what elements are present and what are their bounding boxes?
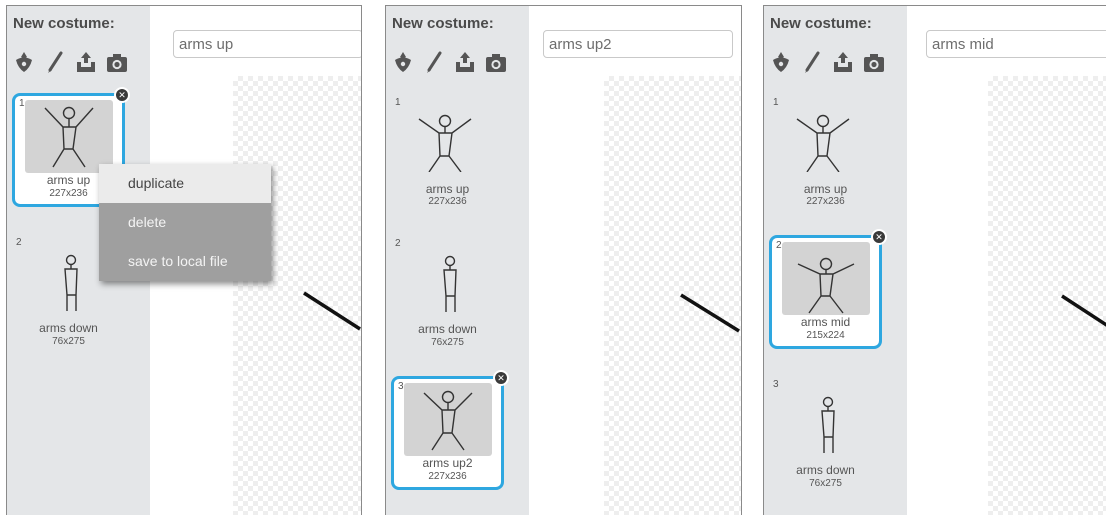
delete-costume-icon[interactable]: ✕ xyxy=(493,370,509,386)
costume-name: arms up xyxy=(425,182,470,196)
costume-index: 1 xyxy=(19,98,25,109)
costume-image-arms-up xyxy=(401,99,489,173)
camera-icon[interactable] xyxy=(485,50,507,74)
costume-image-arms-down xyxy=(401,240,489,313)
costume-index: 3 xyxy=(398,381,404,392)
new-costume-label: New costume: xyxy=(770,15,872,32)
new-costume-tools xyxy=(392,50,507,74)
costume-thumb-2[interactable]: 2 arms down 76x275 xyxy=(391,236,504,350)
costume-image-arms-down xyxy=(779,381,867,454)
upload-icon[interactable] xyxy=(75,50,97,74)
paint-new-costume-icon[interactable] xyxy=(392,50,414,74)
costume-size: 76x275 xyxy=(809,478,842,489)
costume-size: 76x275 xyxy=(431,337,464,348)
canvas-drawn-line xyxy=(303,291,361,331)
costume-name: arms down xyxy=(39,321,98,335)
costume-name: arms down xyxy=(418,322,477,336)
costume-list-sidebar: New costume: 1 arms up xyxy=(386,6,529,515)
menu-item-delete[interactable]: delete xyxy=(99,203,271,242)
new-costume-label: New costume: xyxy=(392,15,494,32)
costume-name: arms up2 xyxy=(422,456,473,470)
costume-thumb-3[interactable]: 3 arms up2 227x236 ✕ xyxy=(391,370,509,490)
menu-item-duplicate[interactable]: duplicate xyxy=(99,164,271,203)
costume-image-arms-mid xyxy=(782,242,870,315)
costume-editor-panel-3: New costume: 1 arms up 227x236 2 arms mi… xyxy=(763,5,1106,515)
new-costume-tools xyxy=(13,50,128,74)
costume-image-arms-up xyxy=(779,99,867,173)
new-costume-label: New costume: xyxy=(13,15,115,32)
new-costume-tools xyxy=(770,50,885,74)
delete-costume-icon[interactable]: ✕ xyxy=(114,87,130,103)
costume-thumb-1[interactable]: 1 arms up 227x236 xyxy=(391,95,504,209)
costume-size: 215x224 xyxy=(806,330,845,341)
costume-name-input[interactable] xyxy=(543,30,733,58)
delete-costume-icon[interactable]: ✕ xyxy=(871,229,887,245)
brush-icon[interactable] xyxy=(801,50,823,74)
costume-index: 2 xyxy=(16,237,22,248)
costume-image-arms-up2 xyxy=(404,383,492,456)
costume-context-menu: duplicate delete save to local file xyxy=(99,164,271,281)
costume-index: 1 xyxy=(773,97,779,108)
camera-icon[interactable] xyxy=(106,50,128,74)
costume-image-arms-down xyxy=(22,239,110,312)
menu-item-save-to-local-file[interactable]: save to local file xyxy=(99,242,271,281)
canvas-drawn-line xyxy=(1061,294,1106,327)
costume-name-input[interactable] xyxy=(926,30,1106,58)
costume-name: arms up xyxy=(803,182,848,196)
costume-editor-panel-2: New costume: 1 arms up 227x236 2 arms do… xyxy=(385,5,742,515)
canvas-drawn-line xyxy=(680,293,740,333)
costume-image-arms-up xyxy=(25,100,113,173)
costume-size: 76x275 xyxy=(52,336,85,347)
costume-list-sidebar: New costume: 1 arms up xyxy=(764,6,907,515)
brush-icon[interactable] xyxy=(44,50,66,74)
costume-size: 227x236 xyxy=(806,196,845,207)
costume-name: arms down xyxy=(796,463,855,477)
camera-icon[interactable] xyxy=(863,50,885,74)
costume-name: arms mid xyxy=(800,315,851,329)
costume-index: 2 xyxy=(776,240,782,251)
brush-icon[interactable] xyxy=(423,50,445,74)
costume-thumb-3[interactable]: 3 arms down 76x275 xyxy=(769,377,882,491)
costume-thumb-2[interactable]: 2 arms mid 215x224 ✕ xyxy=(769,229,887,349)
costume-size: 227x236 xyxy=(428,196,467,207)
costume-size: 227x236 xyxy=(428,471,467,482)
upload-icon[interactable] xyxy=(832,50,854,74)
costume-index: 3 xyxy=(773,379,779,390)
costume-index: 2 xyxy=(395,238,401,249)
costume-thumb-1[interactable]: 1 arms up 227x236 xyxy=(769,95,882,209)
costume-index: 1 xyxy=(395,97,401,108)
costume-name-input[interactable] xyxy=(173,30,361,58)
upload-icon[interactable] xyxy=(454,50,476,74)
paint-new-costume-icon[interactable] xyxy=(770,50,792,74)
paint-new-costume-icon[interactable] xyxy=(13,50,35,74)
costume-editor-panel-1: New costume: 1 arms up 227x236 ✕ 2 arms … xyxy=(6,5,362,515)
